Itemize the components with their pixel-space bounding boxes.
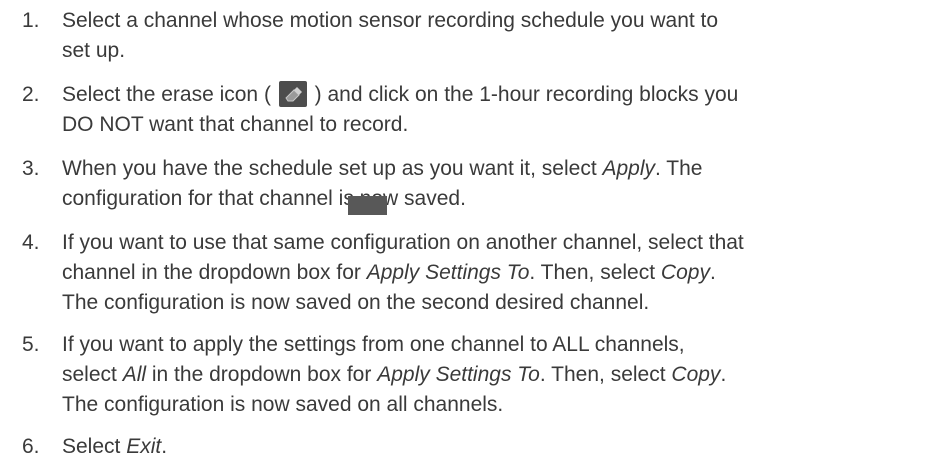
ui-term-exit: Exit	[126, 435, 162, 458]
step-line: The configuration is now saved on all ch…	[62, 393, 504, 416]
step-text: Select a channel whose motion sensor rec…	[62, 6, 912, 66]
step-text: Select Exit.	[62, 432, 912, 462]
step-text: If you want to apply the settings from o…	[62, 330, 912, 420]
step-line: Select a channel whose motion sensor rec…	[62, 9, 719, 32]
step-text: When you have the schedule set up as you…	[62, 154, 912, 214]
instruction-list: 1. Select a channel whose motion sensor …	[0, 0, 931, 465]
step-line: configuration for that channel is now sa…	[62, 187, 466, 210]
step-line: select All in the dropdown box for Apply…	[62, 360, 912, 390]
step-line: Select Exit.	[62, 432, 912, 462]
step-number: 2.	[22, 83, 40, 106]
step-line: set up.	[62, 39, 126, 62]
step-text-part: When you have the schedule set up as you…	[62, 157, 603, 180]
step-text: If you want to use that same configurati…	[62, 228, 912, 318]
step-text-part: ) and click on the 1-hour recording bloc…	[314, 83, 739, 106]
step-line: DO NOT want that channel to record.	[62, 113, 409, 136]
step-text-part: .	[720, 363, 727, 386]
erase-icon	[278, 81, 307, 107]
step-line: If you want to use that same configurati…	[62, 231, 744, 254]
step-text-part: . The	[655, 157, 703, 180]
step-text-part: select	[62, 363, 123, 386]
step-line: channel in the dropdown box for Apply Se…	[62, 258, 912, 288]
step-number: 1.	[22, 9, 40, 32]
step-line: When you have the schedule set up as you…	[62, 154, 912, 184]
step-line: If you want to apply the settings from o…	[62, 333, 685, 356]
step-number: 6.	[22, 435, 40, 458]
step-text-part: .	[709, 261, 716, 284]
step-line: The configuration is now saved on the se…	[62, 291, 650, 314]
step-text-part: channel in the dropdown box for	[62, 261, 367, 284]
step-text-part: in the dropdown box for	[146, 363, 378, 386]
step-number: 5.	[22, 333, 40, 356]
step-text-part: Select	[62, 435, 127, 458]
ui-term-apply-settings-to: Apply Settings To	[366, 261, 530, 284]
ui-term-apply-settings-to: Apply Settings To	[377, 363, 540, 386]
redaction-block	[348, 196, 387, 215]
step-text-part: Select the erase icon (	[62, 83, 271, 106]
step-text-part: . Then, select	[529, 261, 661, 284]
step-number: 3.	[22, 157, 40, 180]
step-text-part: .	[161, 435, 168, 458]
step-text-part: . Then, select	[539, 363, 672, 386]
ui-term-all: All	[122, 363, 147, 386]
ui-term-apply: Apply	[602, 157, 656, 180]
step-text: Select the erase icon ( ) and click on t…	[62, 80, 912, 140]
ui-term-copy: Copy	[671, 363, 721, 386]
step-line: Select the erase icon ( ) and click on t…	[62, 80, 912, 110]
step-number: 4.	[22, 231, 40, 254]
ui-term-copy: Copy	[660, 261, 710, 284]
